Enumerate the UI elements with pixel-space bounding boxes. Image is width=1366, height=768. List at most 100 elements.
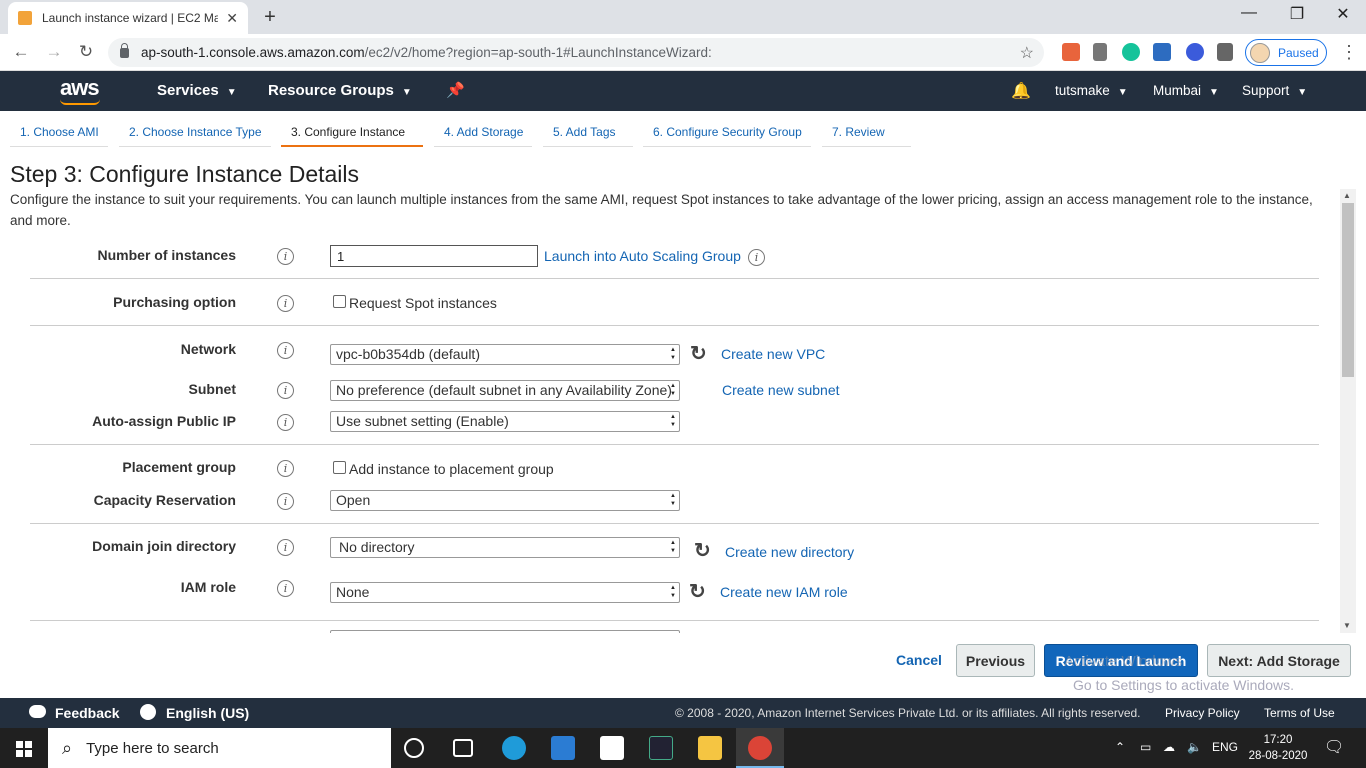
previous-button[interactable]: Previous <box>956 644 1035 677</box>
refresh-icon[interactable]: ↻ <box>694 538 711 563</box>
url-host: ap-south-1.console.aws.amazon.com <box>141 45 365 60</box>
privacy-policy-link[interactable]: Privacy Policy <box>1165 706 1240 720</box>
spot-instances-checkbox[interactable] <box>333 295 346 308</box>
step-add-tags[interactable]: 5. Add Tags <box>553 125 616 139</box>
iam-role-select[interactable]: None <box>330 582 680 603</box>
resource-groups-menu[interactable]: Resource Groups ▼ <box>268 82 412 99</box>
puzzle-extensions-icon[interactable] <box>1217 43 1233 61</box>
refresh-icon[interactable]: ↻ <box>689 579 706 604</box>
browser-tab[interactable]: Launch instance wizard | EC2 Management … <box>8 2 248 34</box>
eyedropper-icon[interactable] <box>1093 43 1107 61</box>
pin-icon[interactable]: 📌 <box>446 81 465 99</box>
network-label: Network <box>180 341 236 357</box>
num-instances-input[interactable] <box>330 245 538 267</box>
user-menu[interactable]: tutsmake ▼ <box>1055 83 1128 98</box>
step-underline <box>119 146 271 147</box>
create-subnet-link[interactable]: Create new subnet <box>722 382 840 398</box>
scrollbar-thumb[interactable] <box>1342 203 1354 377</box>
info-icon[interactable]: i <box>277 295 294 312</box>
info-icon[interactable]: i <box>277 414 294 431</box>
reload-icon[interactable]: ↻ <box>75 42 97 62</box>
forward-icon[interactable]: → <box>43 42 65 62</box>
mail-icon[interactable] <box>551 736 575 760</box>
taskbar-clock[interactable]: 17:20 28-08-2020 <box>1248 732 1308 764</box>
close-window-icon[interactable]: ✕ <box>1320 4 1366 24</box>
step-configure-security-group[interactable]: 6. Configure Security Group <box>653 125 802 139</box>
profile-button[interactable]: Paused <box>1245 39 1327 66</box>
aws-top-nav: aws Services ▼ Resource Groups ▼ 📌 🔔 tutsm… <box>0 71 1366 111</box>
info-icon[interactable]: i <box>277 539 294 556</box>
info-icon[interactable]: i <box>277 460 294 477</box>
url-input[interactable]: ap-south-1.console.aws.amazon.com/ec2/v2… <box>108 38 1044 67</box>
volume-icon[interactable]: 🔈 <box>1187 740 1202 754</box>
activate-windows-watermark: Activate Windows <box>1064 653 1183 670</box>
feedback-link[interactable]: Feedback <box>55 705 120 721</box>
support-menu[interactable]: Support ▼ <box>1242 83 1307 98</box>
edge-icon[interactable] <box>502 736 526 760</box>
step-review[interactable]: 7. Review <box>832 125 885 139</box>
windows-taskbar: ⌕ Type here to search ⌃ ▭ ☁ 🔈 ENG 17:20 … <box>0 728 1366 768</box>
battery-icon[interactable]: ▭ <box>1140 740 1151 754</box>
step-underline <box>10 146 108 147</box>
cancel-button[interactable]: Cancel <box>896 652 942 668</box>
step-configure-instance[interactable]: 3. Configure Instance <box>291 125 405 139</box>
network-select[interactable]: vpc-b0b354db (default) <box>330 344 680 365</box>
capacity-reservation-select[interactable]: Open <box>330 490 680 511</box>
create-directory-link[interactable]: Create new directory <box>725 544 854 560</box>
info-icon[interactable]: i <box>277 382 294 399</box>
restore-icon[interactable]: ❐ <box>1274 4 1320 24</box>
store-icon[interactable] <box>600 736 624 760</box>
notification-bell-icon[interactable]: 🔔 <box>1011 81 1031 101</box>
services-menu[interactable]: Services ▼ <box>157 82 237 99</box>
back-icon[interactable]: ← <box>10 42 32 62</box>
vpn-extension-icon[interactable] <box>1186 43 1204 61</box>
notification-center-icon[interactable]: 🗨 <box>1324 737 1344 757</box>
onedrive-icon[interactable]: ☁ <box>1163 740 1175 754</box>
windows-start-icon[interactable] <box>16 741 32 757</box>
aws-logo[interactable]: aws <box>60 75 100 101</box>
placement-group-checkbox[interactable] <box>333 461 346 474</box>
info-icon[interactable]: i <box>748 249 765 266</box>
tray-arrow-icon[interactable]: ⌃ <box>1115 740 1125 754</box>
file-explorer-icon[interactable] <box>698 736 722 760</box>
language-indicator[interactable]: ENG <box>1212 740 1238 754</box>
new-tab-icon[interactable]: + <box>260 6 280 29</box>
create-iam-role-link[interactable]: Create new IAM role <box>720 584 848 600</box>
terms-of-use-link[interactable]: Terms of Use <box>1264 706 1335 720</box>
region-menu[interactable]: Mumbai ▼ <box>1153 83 1219 98</box>
scroll-up-icon[interactable]: ▲ <box>1343 191 1351 200</box>
browser-menu-icon[interactable]: ⋮ <box>1340 42 1358 63</box>
minimize-icon[interactable]: — <box>1226 4 1272 22</box>
extension-icon[interactable] <box>1062 43 1080 61</box>
scroll-down-icon[interactable]: ▼ <box>1343 621 1351 630</box>
public-ip-select[interactable]: Use subnet setting (Enable) <box>330 411 680 432</box>
task-view-icon[interactable] <box>453 739 473 757</box>
grammarly-icon[interactable] <box>1122 43 1140 61</box>
domain-join-select[interactable]: No directory <box>330 537 680 558</box>
info-icon[interactable]: i <box>277 580 294 597</box>
auto-scaling-link[interactable]: Launch into Auto Scaling Group <box>544 248 741 264</box>
info-icon[interactable]: i <box>277 493 294 510</box>
subnet-select[interactable]: No preference (default subnet in any Ava… <box>330 380 680 401</box>
next-add-storage-button[interactable]: Next: Add Storage <box>1207 644 1351 677</box>
step-underline <box>434 146 532 147</box>
bookmark-star-icon[interactable]: ☆ <box>1020 43 1034 63</box>
info-icon[interactable]: i <box>277 248 294 265</box>
chrome-icon[interactable] <box>748 736 772 760</box>
cortana-icon[interactable] <box>404 738 424 758</box>
vertical-scrollbar[interactable]: ▲ ▼ <box>1340 189 1356 633</box>
refresh-icon[interactable]: ↻ <box>690 341 707 366</box>
new-extension-icon[interactable] <box>1153 43 1171 61</box>
create-vpc-link[interactable]: Create new VPC <box>721 346 825 362</box>
step-choose-ami[interactable]: 1. Choose AMI <box>20 125 99 139</box>
app-icon[interactable] <box>649 736 673 760</box>
language-selector[interactable]: English (US) <box>166 705 249 721</box>
aws-footer: Feedback English (US) © 2008 - 2020, Ama… <box>0 698 1366 728</box>
step-choose-instance-type[interactable]: 2. Choose Instance Type <box>129 125 262 139</box>
step-add-storage[interactable]: 4. Add Storage <box>444 125 523 139</box>
divider <box>30 325 1319 326</box>
globe-icon <box>140 704 156 720</box>
info-icon[interactable]: i <box>277 342 294 359</box>
taskbar-search-input[interactable]: ⌕ Type here to search <box>48 728 391 768</box>
tab-close-icon[interactable]: ✕ <box>226 10 238 27</box>
